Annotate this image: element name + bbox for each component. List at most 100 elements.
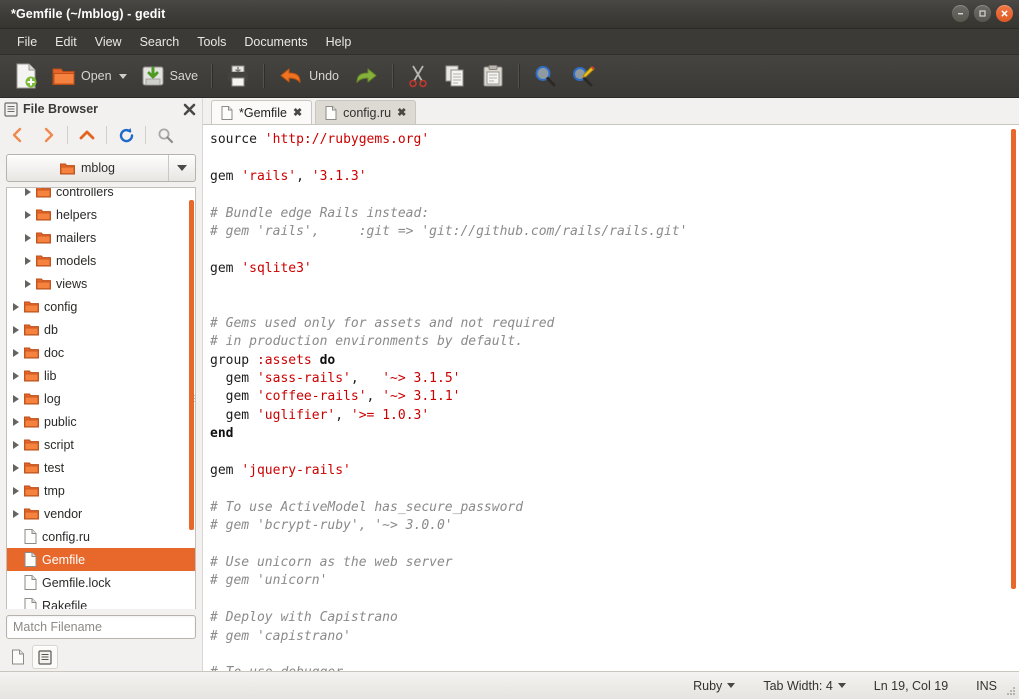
tree-item-models[interactable]: models [7, 249, 195, 272]
tree-item-config-ru[interactable]: config.ru [7, 525, 195, 548]
expander-triangle-icon[interactable] [11, 418, 24, 426]
file-browser-footer [0, 643, 202, 671]
paste-button[interactable] [475, 60, 511, 92]
main-body: File Browser [0, 98, 1019, 671]
new-document-button[interactable] [8, 60, 44, 92]
menu-documents[interactable]: Documents [235, 32, 316, 52]
code-token: 'sqlite3' [241, 261, 311, 276]
close-panel-icon[interactable] [183, 103, 196, 116]
expander-triangle-icon[interactable] [11, 510, 24, 518]
tree-item-config[interactable]: config [7, 295, 195, 318]
expander-triangle-icon[interactable] [11, 464, 24, 472]
find-button[interactable] [527, 60, 563, 92]
tree-item-tmp[interactable]: tmp [7, 479, 195, 502]
forward-button[interactable] [34, 123, 62, 147]
open-folder-icon [52, 65, 76, 87]
menu-file[interactable]: File [8, 32, 46, 52]
tree-item-views[interactable]: views [7, 272, 195, 295]
tree-item-log[interactable]: log [7, 387, 195, 410]
tree-item-label: script [44, 438, 74, 452]
undo-button[interactable]: Undo [272, 60, 345, 92]
forward-icon [40, 127, 56, 143]
refresh-button[interactable] [112, 123, 140, 147]
expander-triangle-icon[interactable] [11, 441, 24, 449]
bookmarks-view-button[interactable] [32, 645, 58, 669]
expander-triangle-icon[interactable] [23, 257, 36, 265]
code-line: gem 'jquery-rails' [210, 462, 1019, 480]
expander-triangle-icon[interactable] [11, 349, 24, 357]
file-view-button[interactable] [6, 646, 30, 668]
redo-button[interactable] [347, 60, 385, 92]
tree-item-label: config.ru [42, 530, 90, 544]
expander-triangle-icon[interactable] [23, 280, 36, 288]
menu-help[interactable]: Help [317, 32, 361, 52]
language-selector[interactable]: Ruby [679, 679, 749, 693]
tree-item-gemfile-lock[interactable]: Gemfile.lock [7, 571, 195, 594]
code-editor[interactable]: source 'http://rubygems.org' gem 'rails'… [203, 125, 1019, 671]
undo-button-label: Undo [309, 69, 339, 83]
file-browser-header: File Browser [0, 98, 202, 120]
tab-configru[interactable]: config.ru ✖ [315, 100, 416, 124]
expander-triangle-icon[interactable] [11, 395, 24, 403]
code-line: # To use ActiveModel has_secure_password [210, 499, 1019, 517]
replace-button[interactable] [565, 60, 601, 92]
menu-edit[interactable]: Edit [46, 32, 86, 52]
back-button[interactable] [4, 123, 32, 147]
cursor-position: Ln 19, Col 19 [860, 679, 962, 693]
copy-button[interactable] [437, 60, 473, 92]
expander-triangle-icon[interactable] [11, 326, 24, 334]
window-title: *Gemfile (~/mblog) - gedit [11, 7, 165, 21]
code-line [210, 149, 1019, 167]
tab-label: *Gemfile [239, 106, 287, 120]
tree-item-gemfile[interactable]: Gemfile [7, 548, 195, 571]
filter-input[interactable]: Match Filename [6, 615, 196, 639]
tree-item-label: controllers [56, 187, 114, 199]
sidebar-scrollbar[interactable] [189, 200, 194, 530]
expander-triangle-icon[interactable] [11, 303, 24, 311]
up-button[interactable] [73, 123, 101, 147]
bookmarks-view-icon [38, 650, 52, 665]
tab-width-selector[interactable]: Tab Width: 4 [749, 679, 859, 693]
tree-item-controllers[interactable]: controllers [7, 187, 195, 203]
tree-item-rakefile[interactable]: Rakefile [7, 594, 195, 609]
menu-search[interactable]: Search [131, 32, 189, 52]
editor-scrollbar[interactable] [1011, 129, 1016, 589]
tab-close-icon[interactable]: ✖ [293, 106, 302, 119]
pane-resize-handle[interactable] [193, 388, 196, 410]
menu-view[interactable]: View [86, 32, 131, 52]
cut-button[interactable] [401, 60, 435, 92]
file-tree[interactable]: controllershelpersmailersmodelsviewsconf… [6, 187, 196, 609]
code-line: # gem 'bcrypt-ruby', '~> 3.0.0' [210, 517, 1019, 535]
location-combobox-arrow[interactable] [168, 155, 195, 181]
tree-item-public[interactable]: public [7, 410, 195, 433]
search-button[interactable] [151, 123, 179, 147]
tab-gemfile[interactable]: *Gemfile ✖ [211, 100, 312, 124]
chevron-down-icon[interactable] [119, 74, 127, 79]
tree-item-lib[interactable]: lib [7, 364, 195, 387]
resize-grip[interactable] [1005, 685, 1017, 697]
minimize-button[interactable] [952, 5, 969, 22]
code-token: gem [210, 408, 257, 423]
tree-item-doc[interactable]: doc [7, 341, 195, 364]
code-token: # gem 'bcrypt-ruby', '~> 3.0.0' [210, 518, 453, 533]
tree-item-test[interactable]: test [7, 456, 195, 479]
tree-item-vendor[interactable]: vendor [7, 502, 195, 525]
print-button[interactable] [220, 60, 256, 92]
close-button[interactable] [996, 5, 1013, 22]
filter-placeholder: Match Filename [13, 620, 102, 634]
tree-item-db[interactable]: db [7, 318, 195, 341]
tree-item-mailers[interactable]: mailers [7, 226, 195, 249]
open-button[interactable]: Open [46, 60, 133, 92]
expander-triangle-icon[interactable] [23, 188, 36, 196]
save-button[interactable]: Save [135, 60, 205, 92]
tree-item-script[interactable]: script [7, 433, 195, 456]
tree-item-helpers[interactable]: helpers [7, 203, 195, 226]
menu-tools[interactable]: Tools [188, 32, 235, 52]
expander-triangle-icon[interactable] [11, 372, 24, 380]
expander-triangle-icon[interactable] [23, 234, 36, 242]
maximize-button[interactable] [974, 5, 991, 22]
expander-triangle-icon[interactable] [23, 211, 36, 219]
location-combobox[interactable]: mblog [6, 154, 196, 182]
tab-close-icon[interactable]: ✖ [397, 106, 406, 119]
expander-triangle-icon[interactable] [11, 487, 24, 495]
